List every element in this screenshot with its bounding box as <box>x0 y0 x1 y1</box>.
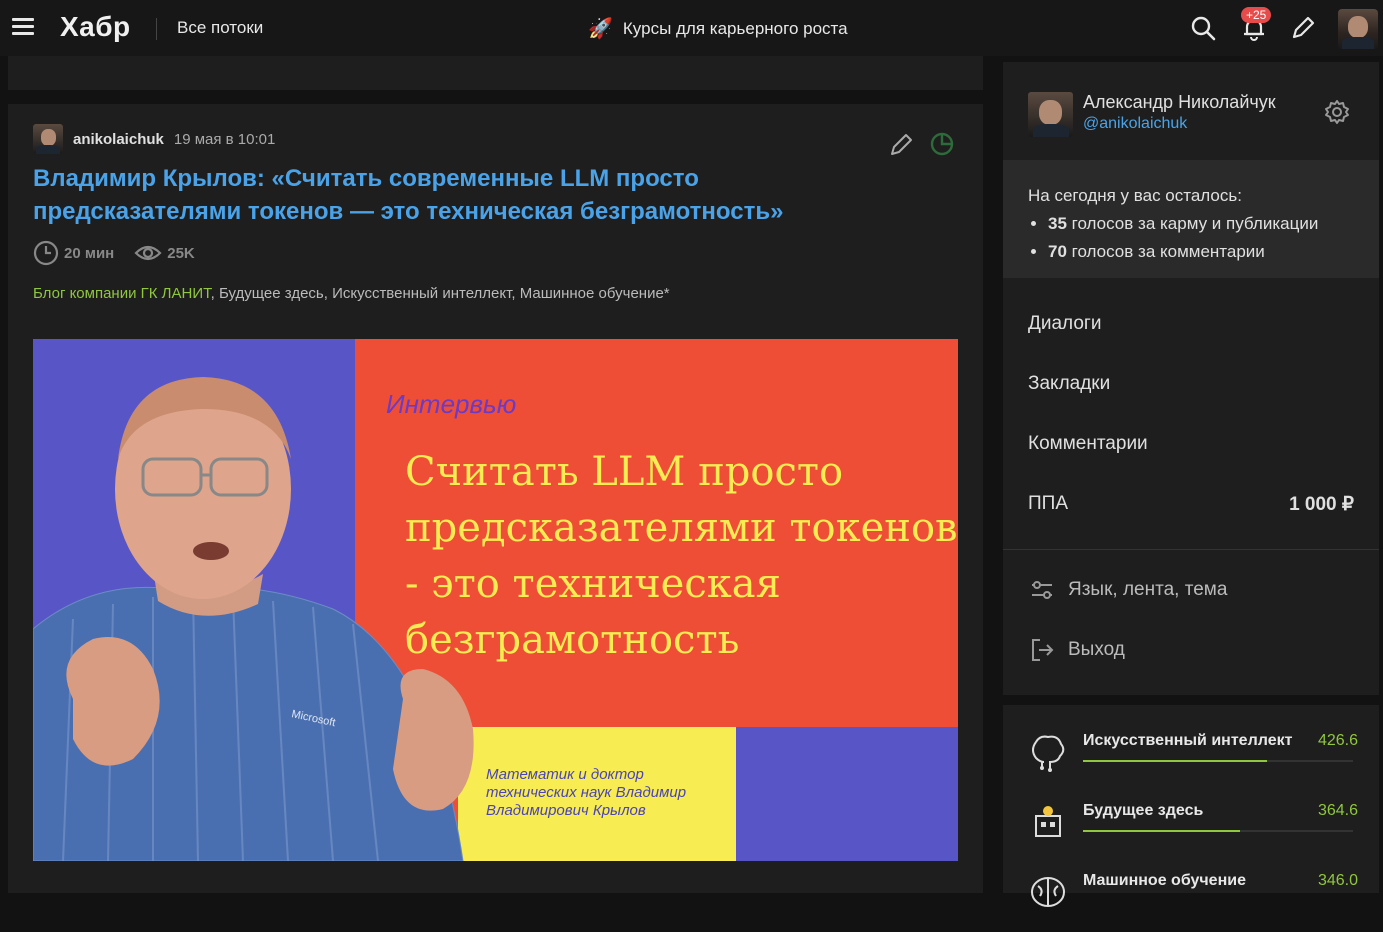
future-robot-icon <box>1035 806 1061 837</box>
hub-rating-fill <box>1083 830 1240 832</box>
article-card: anikolaichuk 19 мая в 10:01 Владимир Кры… <box>8 104 983 893</box>
votes-remaining: На сегодня у вас осталось: 35 голосов за… <box>1003 160 1379 278</box>
votes-karma-label: голосов за карму и публикации <box>1066 214 1319 233</box>
search-icon[interactable] <box>1189 14 1217 42</box>
hub-rating-score: 426.6 <box>1317 732 1358 749</box>
votes-intro: На сегодня у вас осталось: <box>1028 186 1242 205</box>
article-title[interactable]: Владимир Крылов: «Считать современные LL… <box>33 162 913 228</box>
views-value: 25K <box>167 244 195 262</box>
menu-item-comments[interactable]: Комментарии <box>1028 414 1354 474</box>
votes-comments-label: голосов за комментарии <box>1066 242 1265 261</box>
brain-circuit-icon <box>1032 735 1065 772</box>
hub-rating-bar <box>1083 760 1353 762</box>
hub-ml[interactable]: Машинное обучение* <box>520 285 670 302</box>
article-date: 19 мая в 10:01 <box>173 130 276 148</box>
pencil-icon[interactable] <box>1289 14 1317 42</box>
user-avatar[interactable] <box>1338 9 1378 49</box>
menu-item-label: Закладки <box>1028 373 1111 394</box>
hub-rating-bar <box>1083 830 1353 832</box>
notifications-badge[interactable]: +25 <box>1241 7 1272 23</box>
votes-karma: 35 голосов за карму и публикации <box>1048 210 1354 238</box>
hub-sep: , <box>511 285 520 302</box>
hub-rating-fill <box>1083 760 1267 762</box>
brain-icon <box>1031 877 1065 907</box>
site-logo[interactable]: Хабр <box>60 11 131 43</box>
author-name[interactable]: anikolaichuk <box>73 131 164 148</box>
profile-avatar[interactable] <box>1028 92 1073 137</box>
cover-blue-corner <box>736 727 958 861</box>
hub-rating-row[interactable]: Искусственный интеллект 426.6 <box>1028 732 1358 792</box>
hub-rating-name: Будущее здесь <box>1083 802 1204 819</box>
profile-name[interactable]: Александр Николайчук <box>1083 92 1276 113</box>
all-flows-link[interactable]: Все потоки <box>177 18 263 38</box>
hub-ratings-panel: Искусственный интеллект 426.6 Будущее зд… <box>1003 705 1379 907</box>
edit-icon[interactable] <box>888 130 916 158</box>
hub-rating-name: Машинное обучение <box>1083 872 1246 889</box>
menu-divider <box>1003 549 1379 550</box>
settings-label: Язык, лента, тема <box>1068 579 1228 600</box>
views: 25K <box>134 240 195 266</box>
gear-icon[interactable] <box>1323 98 1351 126</box>
hub-future[interactable]: Будущее здесь <box>219 285 324 302</box>
promo-link[interactable]: 🚀 Курсы для карьерного роста <box>588 16 848 41</box>
user-menu-dropdown: Александр Николайчук @anikolaichuk На се… <box>1003 62 1379 695</box>
hub-rating-row[interactable]: Машинное обучение 346.0 <box>1028 872 1358 932</box>
cover-caption: Математик и доктор технических наук Влад… <box>486 766 687 819</box>
hub-company[interactable]: Блог компании ГК ЛАНИТ <box>33 285 211 302</box>
hub-rating-row[interactable]: Будущее здесь 364.6 <box>1028 802 1358 862</box>
author-avatar[interactable] <box>33 124 63 154</box>
hub-rating-score: 364.6 <box>1317 802 1358 819</box>
read-time: 20 мин <box>33 240 114 266</box>
logout-icon <box>1032 639 1054 661</box>
cover-headline: Считать LLM просто предсказателями токен… <box>405 449 958 663</box>
hub-rating-score: 346.0 <box>1317 872 1358 889</box>
user-profile-block[interactable]: Александр Николайчук @anikolaichuk <box>1028 92 1276 137</box>
article-meta: 20 мин 25K <box>33 240 195 266</box>
menu-item-ppa[interactable]: ППА 1 000 ₽ <box>1028 474 1354 534</box>
hub-ai[interactable]: Искусственный интеллект <box>332 285 511 302</box>
top-bar: Хабр Все потоки 🚀 Курсы для карьерного р… <box>0 0 1383 56</box>
promo-label: Курсы для карьерного роста <box>622 18 848 38</box>
article-author: anikolaichuk 19 мая в 10:01 <box>33 124 275 154</box>
eye-icon <box>134 245 162 261</box>
user-menu-list: Диалоги Закладки Комментарии ППА 1 000 ₽ <box>1028 294 1354 534</box>
ppa-amount: 1 000 ₽ <box>1289 493 1354 515</box>
menu-item-bookmarks[interactable]: Закладки <box>1028 354 1354 414</box>
pie-chart-icon[interactable] <box>928 130 956 158</box>
cover-kicker: Интервью <box>386 389 517 419</box>
hub-sep: , <box>323 285 333 302</box>
clock-icon <box>33 240 59 266</box>
menu-item-settings[interactable]: Язык, лента, тема <box>1028 560 1354 620</box>
sliders-icon <box>1032 581 1052 599</box>
logout-label: Выход <box>1068 639 1125 660</box>
article-cover-image[interactable]: Microsoft Интервью Считать LLM просто пр… <box>33 339 958 861</box>
hub-sep: , <box>210 285 219 302</box>
menu-item-label: Комментарии <box>1028 433 1148 454</box>
profile-handle[interactable]: @anikolaichuk <box>1083 115 1276 133</box>
rocket-icon: 🚀 <box>588 18 613 40</box>
menu-item-label: Диалоги <box>1028 313 1102 334</box>
menu-item-logout[interactable]: Выход <box>1028 620 1354 680</box>
hamburger-menu-icon[interactable] <box>12 18 34 36</box>
user-menu-secondary: Язык, лента, тема Выход <box>1028 560 1354 680</box>
votes-karma-count: 35 <box>1048 214 1067 233</box>
read-time-value: 20 мин <box>64 244 115 262</box>
votes-comments-count: 70 <box>1048 242 1067 261</box>
menu-item-dialogs[interactable]: Диалоги <box>1028 294 1354 354</box>
menu-item-label: ППА <box>1028 493 1068 514</box>
header-divider <box>156 18 157 40</box>
previous-article-card <box>8 56 983 90</box>
article-hubs: Блог компании ГК ЛАНИТ, Будущее здесь, И… <box>33 285 670 302</box>
votes-comments: 70 голосов за комментарии <box>1048 238 1354 266</box>
hub-rating-name: Искусственный интеллект <box>1083 732 1293 749</box>
